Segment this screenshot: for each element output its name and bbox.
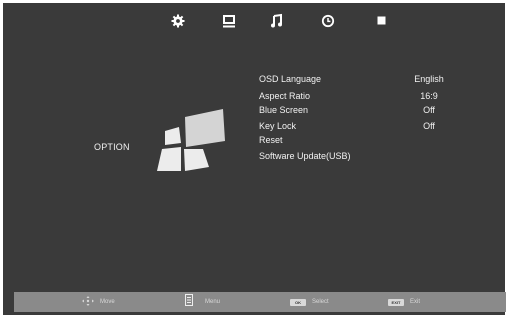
tab-option-square-icon[interactable] [374,13,390,29]
dpad-icon [82,293,94,311]
menu-item-blue-screen[interactable]: Blue Screen Off [259,105,499,119]
menu-item-label: Reset [259,135,283,145]
menu-item-value: 16:9 [420,91,438,101]
hint-menu: Menu [185,292,220,312]
menu-item-osd-language[interactable]: OSD Language English [259,74,499,88]
menu-icon [185,293,193,311]
tab-setup-gear-icon[interactable] [170,13,186,29]
menu-item-label: Aspect Ratio [259,91,311,101]
menu-item-label: Software Update(USB) [259,151,351,161]
hint-exit: EXIT Exit [388,292,420,312]
option-category-icon [153,101,233,180]
section-title: OPTION [94,142,130,152]
hint-select: OK Select [290,292,329,312]
menu-item-value: Off [423,105,435,115]
hint-exit-label: Exit [410,299,421,305]
footer-hint-bar: Move Menu OK Select EXIT Exit [14,292,506,312]
exit-key-icon: EXIT [388,298,404,306]
osd-menu-window: OPTION OSD Language English Aspect Ratio… [3,3,505,315]
tab-sound-music-note-icon[interactable] [269,13,285,29]
menu-item-reset[interactable]: Reset [259,135,499,149]
tab-picture-monitor-icon[interactable] [221,13,237,29]
ok-key-icon: OK [290,298,306,306]
hint-move: Move [82,292,115,312]
tab-time-clock-icon[interactable] [320,13,336,29]
menu-item-label: OSD Language [259,74,322,84]
hint-select-label: Select [312,299,329,305]
menu-item-value: English [414,74,444,84]
menu-item-software-update[interactable]: Software Update(USB) [259,151,499,165]
menu-item-value: Off [423,121,435,131]
menu-item-label: Blue Screen [259,105,309,115]
hint-move-label: Move [100,299,115,305]
menu-item-aspect-ratio[interactable]: Aspect Ratio 16:9 [259,91,499,105]
hint-menu-label: Menu [205,299,221,305]
menu-item-label: Key Lock [259,121,297,131]
menu-item-key-lock[interactable]: Key Lock Off [259,121,499,135]
